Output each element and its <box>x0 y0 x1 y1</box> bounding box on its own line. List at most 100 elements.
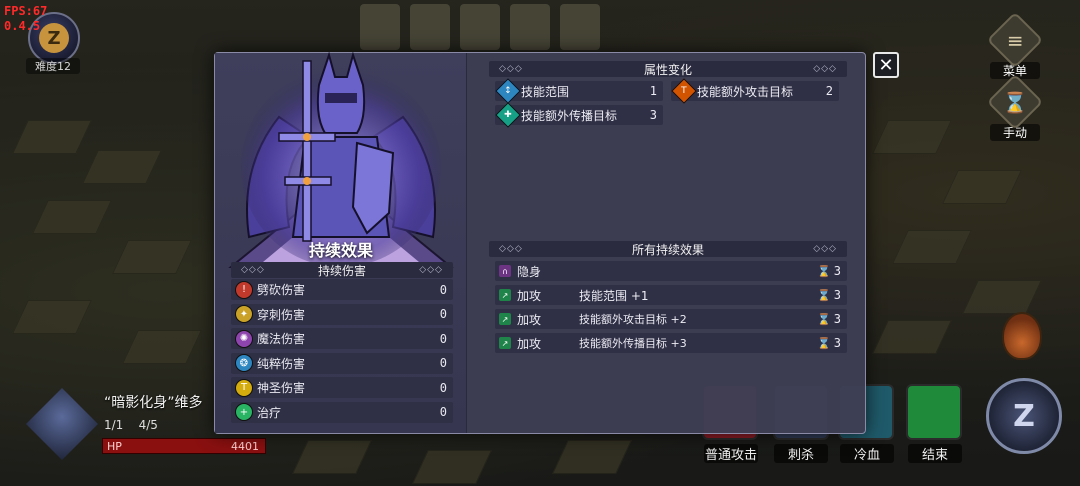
effect-row-attack-up: ↗ 加攻 技能额外攻击目标 +2 ⌛ 3 <box>495 309 847 329</box>
effect-desc: 技能额外传播目标 +3 <box>579 337 687 350</box>
effect-row-stealth: ∩ 隐身 ⌛ 3 <box>495 261 847 281</box>
dot-label: 治疗 <box>257 405 282 420</box>
effect-name: 隐身 <box>517 264 542 279</box>
turn-portrait <box>510 4 550 50</box>
pure-damage-icon: ❂ <box>235 354 253 373</box>
effects-section-header: ◇◇◇ 所有持续效果 ◇◇◇ <box>489 241 847 257</box>
cold-blood-label: 冷血 <box>840 444 894 463</box>
cleave-damage-icon: ! <box>235 280 253 299</box>
effect-duration: ⌛ 3 <box>817 312 841 326</box>
dot-label: 神圣伤害 <box>257 381 306 396</box>
hp-label: HP <box>107 440 122 453</box>
dot-label: 纯粹伤害 <box>257 356 306 371</box>
effect-desc: 技能额外攻击目标 +2 <box>579 313 687 326</box>
stealth-icon: ∩ <box>499 265 511 277</box>
effect-name: 加攻 <box>517 288 542 303</box>
heal-icon: + <box>235 403 253 422</box>
effect-duration: ⌛ 3 <box>817 288 841 302</box>
attr-label: 技能额外传播目标 <box>521 108 618 123</box>
header-dots-left: ◇◇◇ <box>241 265 265 275</box>
dot-label: 劈砍伤害 <box>257 283 306 297</box>
dot-value: 0 <box>439 380 447 395</box>
dot-label: 魔法伤害 <box>257 332 306 347</box>
dot-list: ! 劈砍伤害 0 ✦ 穿刺伤害 0 ✺ 魔法伤害 0 ❂ 纯粹伤害 0 T 神圣 <box>231 279 453 427</box>
modal-left-title: 持续效果 <box>308 241 373 260</box>
dot-value: 0 <box>439 356 447 371</box>
fps-text: FPS:67 <box>4 4 48 18</box>
close-button[interactable]: ✕ <box>873 52 899 78</box>
attack-up-icon: ↗ <box>499 289 511 301</box>
skill-range-icon: ↕ <box>495 78 521 104</box>
version-text: 0.4.5 <box>4 19 41 33</box>
effect-duration: ⌛ 3 <box>817 336 841 350</box>
attack-up-icon: ↗ <box>499 337 511 349</box>
effect-row-attack-up: ↗ 加攻 技能范围 +1 ⌛ 3 <box>495 285 847 305</box>
magic-damage-icon: ✺ <box>235 329 253 348</box>
effects-section-title: 所有持续效果 <box>631 242 704 257</box>
attack-up-icon: ↗ <box>499 313 511 325</box>
assassinate-label: 刺杀 <box>774 444 828 463</box>
dot-value: 0 <box>439 307 447 322</box>
header-dots-right: ◇◇◇ <box>419 265 443 275</box>
attr-value: 1 <box>649 84 657 98</box>
hourglass-icon: ⌛ <box>817 265 831 278</box>
attr-value: 3 <box>649 108 657 122</box>
normal-attack-label: 普通攻击 <box>704 444 758 463</box>
potion-icon[interactable] <box>1002 312 1042 360</box>
effect-name: 加攻 <box>517 336 542 351</box>
fps-counter: FPS:67 0.4.5 <box>4 4 47 34</box>
attr-section-header: ◇◇◇ 属性变化 ◇◇◇ <box>489 61 847 77</box>
unit-stat-1: 1/1 <box>104 418 124 432</box>
dot-row-magic: ✺ 魔法伤害 0 <box>231 328 453 350</box>
dot-row-heal: + 治疗 0 <box>231 401 453 423</box>
end-turn-button[interactable] <box>906 384 962 440</box>
header-dots-left: ◇◇◇ <box>499 244 523 254</box>
dot-row-pure: ❂ 纯粹伤害 0 <box>231 352 453 374</box>
dot-label: 穿刺伤害 <box>257 307 306 322</box>
dot-value: 0 <box>439 331 447 346</box>
turn-portrait <box>560 4 600 50</box>
attr-row-extra-target: T 技能额外攻击目标 2 <box>671 78 839 104</box>
dot-row-holy: T 神圣伤害 0 <box>231 377 453 399</box>
header-dots-right: ◇◇◇ <box>813 244 837 254</box>
effect-duration: ⌛ 3 <box>817 264 841 278</box>
end-turn-label: 结束 <box>908 444 962 463</box>
pierce-damage-icon: ✦ <box>235 305 253 324</box>
difficulty-label: 难度12 <box>26 58 80 74</box>
turn-portrait <box>460 4 500 50</box>
menu-icon: ≡ <box>986 11 1044 69</box>
hourglass-icon: ⌛ <box>817 289 831 302</box>
attr-section-title: 属性变化 <box>643 62 692 77</box>
dot-value: 0 <box>439 405 447 420</box>
spread-target-icon: ✚ <box>495 102 521 128</box>
manual-button[interactable]: ⌛ 手动 <box>986 73 1044 141</box>
hourglass-icon: ⌛ <box>817 337 831 350</box>
attr-label: 技能额外攻击目标 <box>697 84 794 99</box>
header-dots-right: ◇◇◇ <box>813 64 837 74</box>
effect-row-attack-up: ↗ 加攻 技能额外传播目标 +3 ⌛ 3 <box>495 333 847 353</box>
dot-section-title: 持续伤害 <box>317 263 366 278</box>
modal-left-panel: 持续效果 ◇◇◇ 持续伤害 ◇◇◇ ! 劈砍伤害 0 ✦ 穿刺伤害 0 ✺ 魔法… <box>215 51 467 433</box>
dot-value: 0 <box>439 282 447 297</box>
attr-value: 2 <box>825 84 833 98</box>
hourglass-icon: ⌛ <box>986 73 1044 131</box>
unit-stats: 1/1 4/5 <box>104 418 158 432</box>
unit-portrait <box>26 388 98 460</box>
hp-bar: HP 4401 <box>102 438 266 454</box>
dot-row-pierce: ✦ 穿刺伤害 0 <box>231 303 453 325</box>
unit-name: “暗影化身”维多 <box>104 395 203 411</box>
attr-row-skill-range: ↕ 技能范围 1 <box>495 78 663 104</box>
effect-name: 加攻 <box>517 312 542 327</box>
dot-row-cleave: ! 劈砍伤害 0 <box>231 279 453 300</box>
attr-row-spread-target: ✚ 技能额外传播目标 3 <box>495 102 663 128</box>
effect-desc: 技能范围 +1 <box>579 288 649 303</box>
z-skill-button[interactable]: Z <box>986 378 1062 454</box>
hourglass-icon: ⌛ <box>817 313 831 326</box>
extra-target-icon: T <box>671 78 697 104</box>
unit-stat-2: 4/5 <box>138 418 158 432</box>
status-effects-modal: 持续效果 ◇◇◇ 持续伤害 ◇◇◇ ! 劈砍伤害 0 ✦ 穿刺伤害 0 ✺ 魔法… <box>214 51 866 434</box>
hp-value: 4401 <box>231 440 259 453</box>
dot-section-header: ◇◇◇ 持续伤害 ◇◇◇ <box>231 262 453 278</box>
attr-label: 技能范围 <box>521 84 570 99</box>
menu-button[interactable]: ≡ 菜单 <box>986 11 1044 79</box>
